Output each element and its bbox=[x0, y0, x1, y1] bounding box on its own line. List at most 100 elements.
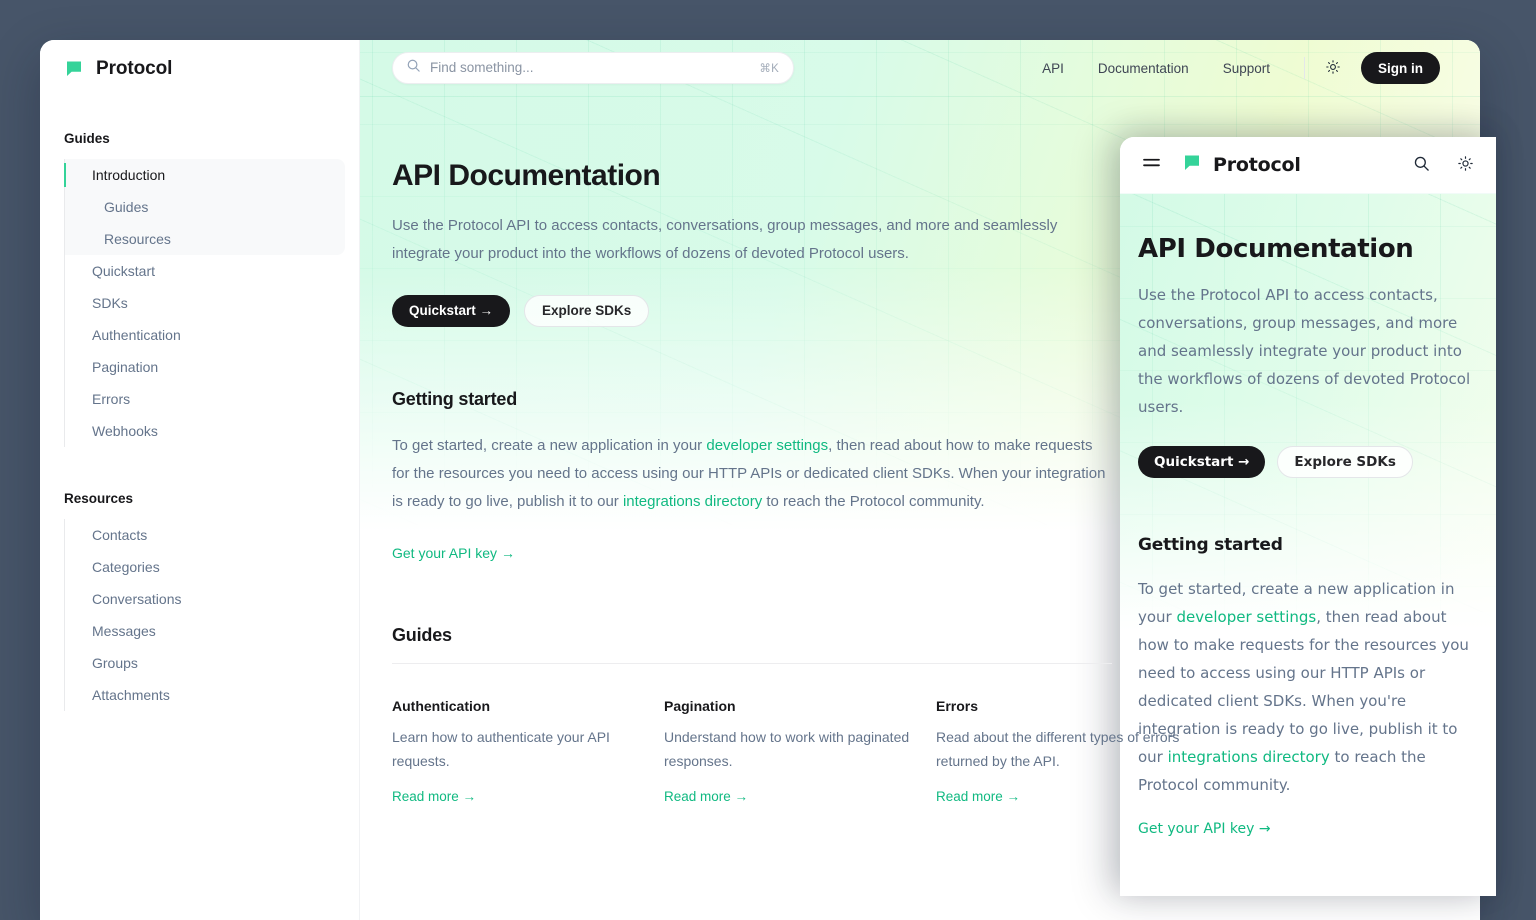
nav-group-guides: Guides Introduction Guides Resources Qui… bbox=[64, 131, 335, 447]
chat-bubble-logo-icon bbox=[1182, 153, 1202, 177]
theme-toggle-button[interactable] bbox=[1319, 54, 1347, 82]
sidebar-item-sdks[interactable]: SDKs bbox=[65, 287, 335, 319]
card-description: Understand how to work with paginated re… bbox=[664, 725, 936, 773]
list-item: Attachments bbox=[65, 679, 335, 711]
list-item: Quickstart bbox=[65, 255, 335, 287]
section-heading-getting-started: Getting started bbox=[392, 389, 1112, 410]
mobile-getting-started-section: Getting started To get started, create a… bbox=[1138, 535, 1478, 837]
list-item: SDKs bbox=[65, 287, 335, 319]
sun-icon bbox=[1325, 59, 1341, 78]
sidebar-item-authentication[interactable]: Authentication bbox=[65, 319, 335, 351]
sun-icon bbox=[1457, 155, 1474, 175]
search-placeholder: Find something... bbox=[430, 61, 750, 75]
guide-card-pagination[interactable]: Pagination Understand how to work with p… bbox=[664, 698, 936, 806]
sidebar-item-conversations[interactable]: Conversations bbox=[65, 583, 335, 615]
card-title: Authentication bbox=[392, 698, 664, 714]
sidebar-item-categories[interactable]: Categories bbox=[65, 551, 335, 583]
mobile-quickstart-button[interactable]: Quickstart → bbox=[1138, 446, 1265, 478]
brand[interactable]: Protocol bbox=[40, 40, 359, 97]
top-navigation: API Documentation Support bbox=[1025, 52, 1440, 84]
guides-section: Guides Authentication Learn how to authe… bbox=[392, 625, 1112, 806]
quickstart-button[interactable]: Quickstart → bbox=[392, 295, 510, 327]
list-item: Webhooks bbox=[65, 415, 335, 447]
search-icon bbox=[1413, 155, 1430, 175]
mobile-getting-started-paragraph: To get started, create a new application… bbox=[1138, 575, 1478, 799]
sidebar-nav: Guides Introduction Guides Resources Qui… bbox=[40, 97, 359, 711]
explore-sdks-button[interactable]: Explore SDKs bbox=[524, 295, 649, 327]
mobile-top-actions bbox=[1410, 154, 1476, 176]
developer-settings-link[interactable]: developer settings bbox=[706, 437, 828, 454]
sidebar-item-groups[interactable]: Groups bbox=[65, 647, 335, 679]
list-item: Authentication bbox=[65, 319, 335, 351]
mobile-content: API Documentation Use the Protocol API t… bbox=[1120, 194, 1496, 837]
list-item: Groups bbox=[65, 647, 335, 679]
sidebar-item-introduction-block: Introduction Guides Resources bbox=[65, 159, 345, 255]
get-api-key-link[interactable]: Get your API key → bbox=[392, 545, 515, 561]
integrations-directory-link[interactable]: integrations directory bbox=[623, 493, 762, 510]
mobile-theme-toggle-button[interactable] bbox=[1454, 154, 1476, 176]
getting-started-section: Getting started To get started, create a… bbox=[392, 389, 1112, 563]
sidebar-item-contacts[interactable]: Contacts bbox=[65, 519, 335, 551]
sidebar-item-webhooks[interactable]: Webhooks bbox=[65, 415, 335, 447]
guide-cards: Authentication Learn how to authenticate… bbox=[392, 698, 1112, 806]
search-shortcut-hint: ⌘K bbox=[759, 61, 779, 75]
brand-name: Protocol bbox=[96, 58, 172, 80]
nav-list: Introduction Guides Resources Quickstart… bbox=[64, 159, 335, 447]
section-heading-guides: Guides bbox=[392, 625, 1112, 646]
sidebar-item-attachments[interactable]: Attachments bbox=[65, 679, 335, 711]
card-read-more-link[interactable]: Read more → bbox=[392, 789, 476, 804]
sidebar-item-messages[interactable]: Messages bbox=[65, 615, 335, 647]
guide-card-authentication[interactable]: Authentication Learn how to authenticate… bbox=[392, 698, 664, 806]
divider bbox=[1304, 57, 1305, 79]
sidebar-item-resources[interactable]: Resources bbox=[65, 223, 345, 255]
mobile-explore-sdks-button[interactable]: Explore SDKs bbox=[1277, 446, 1412, 478]
content-inner: API Documentation Use the Protocol API t… bbox=[392, 159, 1112, 806]
sidebar-item-pagination[interactable]: Pagination bbox=[65, 351, 335, 383]
mobile-page-title: API Documentation bbox=[1138, 235, 1478, 265]
sidebar-item-errors[interactable]: Errors bbox=[65, 383, 335, 415]
search-input[interactable]: Find something... ⌘K bbox=[392, 52, 794, 84]
sign-in-button[interactable]: Sign in bbox=[1361, 52, 1440, 84]
nav-group-resources: Resources Contacts Categories Conversati… bbox=[64, 491, 335, 711]
mobile-get-api-key-link[interactable]: Get your API key → bbox=[1138, 821, 1271, 837]
sidebar-item-quickstart[interactable]: Quickstart bbox=[65, 255, 335, 287]
mobile-hero-actions: Quickstart → Explore SDKs bbox=[1138, 446, 1478, 478]
sidebar-item-guides[interactable]: Guides bbox=[65, 191, 345, 223]
nav-group-title: Guides bbox=[64, 131, 335, 146]
nav-group-title: Resources bbox=[64, 491, 335, 506]
mobile-brand-name: Protocol bbox=[1213, 154, 1301, 176]
mobile-search-button[interactable] bbox=[1410, 154, 1432, 176]
search-icon bbox=[406, 58, 421, 78]
mobile-preview-panel: Protocol bbox=[1120, 137, 1496, 896]
card-description: Learn how to authenticate your API reque… bbox=[392, 725, 664, 773]
chat-bubble-logo-icon bbox=[64, 59, 84, 79]
list-item: Conversations bbox=[65, 583, 335, 615]
topnav-link-documentation[interactable]: Documentation bbox=[1081, 61, 1206, 76]
list-item: Categories bbox=[65, 551, 335, 583]
mobile-integrations-directory-link[interactable]: integrations directory bbox=[1168, 748, 1330, 766]
page-lede: Use the Protocol API to access contacts,… bbox=[392, 212, 1112, 268]
getting-started-paragraph: To get started, create a new application… bbox=[392, 432, 1112, 516]
sidebar: Protocol Guides Introduction Guides Reso… bbox=[40, 40, 360, 920]
paragraph-text-part-2: , then read about how to make requests f… bbox=[1138, 608, 1469, 766]
list-item: Contacts bbox=[65, 519, 335, 551]
top-bar: Find something... ⌘K API Documentation S… bbox=[360, 40, 1480, 97]
topnav-link-support[interactable]: Support bbox=[1206, 61, 1287, 76]
page-title: API Documentation bbox=[392, 159, 1112, 194]
mobile-developer-settings-link[interactable]: developer settings bbox=[1177, 608, 1317, 626]
paragraph-text-part-1: To get started, create a new application… bbox=[392, 437, 706, 454]
mobile-brand[interactable]: Protocol bbox=[1182, 153, 1301, 177]
list-item: Errors bbox=[65, 383, 335, 415]
list-item: Messages bbox=[65, 615, 335, 647]
list-item: Pagination bbox=[65, 351, 335, 383]
paragraph-text-part-3: to reach the Protocol community. bbox=[762, 493, 984, 510]
card-read-more-link[interactable]: Read more → bbox=[936, 789, 1020, 804]
sidebar-item-introduction[interactable]: Introduction bbox=[65, 159, 345, 191]
hamburger-menu-icon bbox=[1143, 157, 1160, 173]
topnav-link-api[interactable]: API bbox=[1025, 61, 1081, 76]
mobile-menu-button[interactable] bbox=[1140, 154, 1162, 176]
mobile-section-heading-getting-started: Getting started bbox=[1138, 535, 1478, 555]
mobile-page-lede: Use the Protocol API to access contacts,… bbox=[1138, 281, 1478, 421]
card-read-more-link[interactable]: Read more → bbox=[664, 789, 748, 804]
nav-list: Contacts Categories Conversations Messag… bbox=[64, 519, 335, 711]
